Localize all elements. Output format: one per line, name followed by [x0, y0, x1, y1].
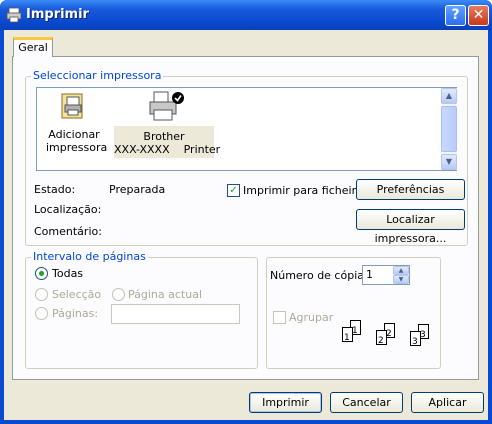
current-page-radio[interactable] — [112, 288, 125, 301]
preferences-button[interactable]: Preferências — [356, 179, 465, 200]
tab-general[interactable]: Geral — [13, 37, 53, 57]
cancel-button[interactable]: Cancelar — [330, 392, 403, 413]
all-pages-label[interactable]: Todas — [52, 267, 83, 280]
select-printer-group-label: Seleccionar impressora — [31, 69, 164, 82]
collate-label[interactable]: Agrupar — [289, 311, 333, 324]
printer-icon — [6, 7, 22, 23]
print-to-file-checkbox[interactable]: ✓ — [227, 184, 240, 197]
pages-radio[interactable] — [35, 307, 48, 320]
brother-printer-item[interactable] — [148, 90, 184, 124]
spin-up-icon[interactable]: ▲ — [393, 266, 409, 275]
print-to-file-label[interactable]: Imprimir para ficheiro — [243, 184, 363, 197]
copies-value: 1 — [366, 268, 373, 281]
copies-label: Número de cópias: — [270, 269, 374, 282]
add-printer-icon — [61, 93, 83, 119]
status-value: Preparada — [109, 183, 166, 196]
collate-page: 2 — [376, 330, 387, 346]
help-button[interactable]: ? — [445, 5, 466, 26]
brother-printer-label-line1: Brother — [143, 130, 185, 143]
add-printer-label-line2: impressora — [46, 141, 108, 154]
comment-label: Comentário: — [34, 225, 102, 238]
print-button[interactable]: Imprimir — [249, 392, 322, 413]
collate-page: 3 — [410, 331, 421, 347]
collate-checkbox[interactable] — [273, 311, 286, 324]
page-range-group-label: Intervalo de páginas — [31, 250, 148, 263]
apply-button[interactable]: Aplicar — [411, 392, 484, 413]
scroll-up-icon[interactable]: ▲ — [441, 88, 457, 104]
add-printer-item[interactable] — [58, 91, 88, 121]
title-bar[interactable]: Imprimir ? ✕ — [0, 0, 492, 30]
printer-icon — [149, 91, 184, 121]
print-dialog: Imprimir ? ✕ Geral Seleccionar impressor… — [0, 0, 492, 424]
collate-page: 1 — [342, 327, 353, 343]
pages-label[interactable]: Páginas: — [52, 307, 98, 320]
current-page-label[interactable]: Página actual — [128, 288, 202, 301]
pages-input[interactable] — [111, 304, 240, 324]
window-title: Imprimir — [26, 7, 89, 22]
copies-spinner[interactable]: ▲ ▼ — [393, 266, 409, 284]
spin-down-icon[interactable]: ▼ — [393, 275, 409, 284]
printer-list-scrollbar[interactable]: ▲ ▼ — [441, 88, 457, 170]
scroll-down-icon[interactable]: ▼ — [441, 154, 457, 170]
window-border-right — [488, 30, 492, 424]
selection-label[interactable]: Selecção — [52, 288, 101, 301]
status-label: Estado: — [34, 183, 76, 196]
window-border-bottom — [0, 420, 492, 424]
location-label: Localização: — [34, 203, 102, 216]
close-button[interactable]: ✕ — [468, 5, 489, 26]
selection-radio[interactable] — [35, 288, 48, 301]
scroll-thumb[interactable] — [441, 106, 457, 152]
all-pages-radio[interactable] — [35, 267, 48, 280]
brother-printer-label-line2: XXX-XXXX Printer — [114, 143, 221, 156]
add-printer-label-line1: Adicionar — [48, 128, 100, 141]
find-printer-button[interactable]: Localizar impressora... — [356, 209, 465, 245]
